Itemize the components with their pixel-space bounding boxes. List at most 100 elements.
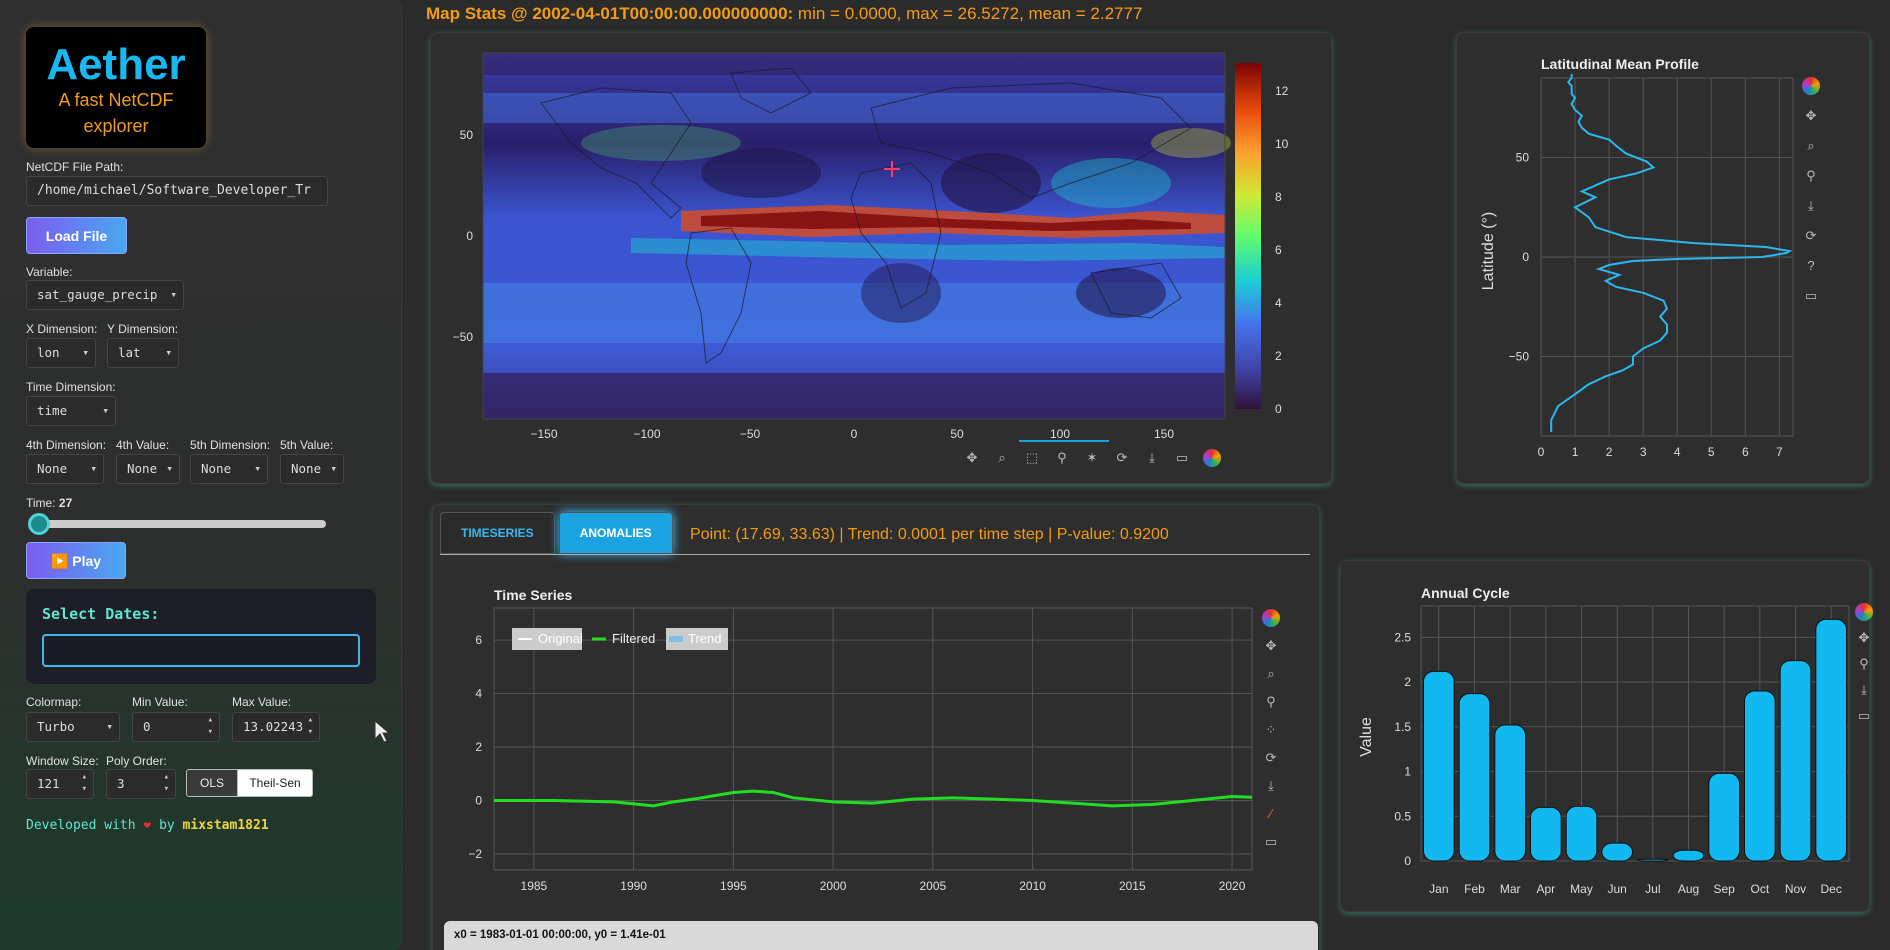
hover-icon[interactable]: ▭ — [1802, 287, 1820, 305]
load-file-button[interactable]: Load File — [26, 217, 127, 254]
lat-profile-series — [1550, 74, 1793, 433]
min-value-input[interactable]: 0 — [132, 712, 220, 742]
app-logo: Aether A fast NetCDF explorer — [26, 27, 206, 148]
bokeh-logo-icon[interactable] — [1262, 609, 1280, 627]
poly-order-input[interactable]: 3 — [106, 769, 176, 799]
bokeh-logo-icon[interactable] — [1802, 77, 1820, 95]
bar-apr[interactable] — [1529, 806, 1562, 862]
x-tick-label: Oct — [1750, 882, 1769, 896]
pan-icon[interactable]: ✥ — [1855, 629, 1873, 647]
y-tick-label: 50 — [1516, 151, 1530, 165]
bar-feb[interactable] — [1458, 693, 1491, 862]
variable-select[interactable]: sat_gauge_precip — [26, 280, 184, 310]
annual-cycle-chart[interactable]: Annual Cycle Value 0 0.5 1 1.5 2 2.5 Jan Feb Mar… — [1341, 561, 1871, 913]
file-path-input[interactable]: /home/michael/Software_Developer_Tr — [26, 176, 328, 206]
bar-jan[interactable] — [1422, 670, 1455, 862]
tap-icon[interactable]: ✶ — [1083, 449, 1101, 467]
bar-aug[interactable] — [1672, 849, 1705, 862]
x-tick-label: 1995 — [720, 879, 747, 893]
save-icon[interactable]: ⤓ — [1143, 449, 1161, 467]
map-toolbar: ✥ ⌕ ⬚ ⚲ ✶ ⟳ ⤓ ▭ — [963, 449, 1221, 467]
y-tick-label: 0 — [1522, 250, 1529, 264]
wheel-zoom-icon[interactable]: ⚲ — [1262, 693, 1280, 711]
point-draw-icon[interactable]: ⁘ — [1262, 721, 1280, 739]
x-tick-label: 7 — [1776, 445, 1783, 459]
reset-icon[interactable]: ⟳ — [1113, 449, 1131, 467]
bokeh-logo-icon[interactable] — [1203, 449, 1221, 467]
pan-icon[interactable]: ✥ — [963, 449, 981, 467]
line-edit-icon[interactable]: ⁄ — [1262, 805, 1280, 823]
time-dimension-select[interactable]: time — [26, 396, 116, 426]
reset-icon[interactable]: ⟳ — [1802, 227, 1820, 245]
date-range-input[interactable] — [42, 634, 360, 667]
map-y-tick: 0 — [466, 229, 473, 243]
tab-timeseries[interactable]: TIMESERIES — [440, 512, 555, 554]
zoom-box-icon[interactable]: ⌕ — [1802, 137, 1820, 155]
time-slider-handle[interactable] — [28, 513, 50, 535]
val5-label: 5th Value: — [280, 438, 334, 452]
x-tick-label: Jun — [1607, 882, 1626, 896]
dim5-label: 5th Dimension: — [190, 438, 271, 452]
time-slider-track[interactable] — [32, 520, 326, 528]
bar-dec[interactable] — [1815, 618, 1848, 862]
bar-oct[interactable] — [1743, 690, 1776, 862]
zoom-box-icon[interactable]: ⌕ — [1262, 665, 1280, 683]
dim5-select[interactable]: None — [190, 454, 268, 484]
y-dimension-select[interactable]: lat — [107, 338, 179, 368]
help-icon[interactable]: ? — [1802, 257, 1820, 275]
map-x-tick: 150 — [1154, 427, 1174, 441]
zoom-box-icon[interactable]: ⌕ — [993, 449, 1011, 467]
legend-filtered-label[interactable]: Filtered — [612, 631, 655, 646]
max-value-input[interactable]: 13.02243 — [232, 712, 320, 742]
tab-anomalies[interactable]: ANOMALIES — [558, 512, 673, 554]
map-x-axis: −150 −100 −50 0 50 100 150 — [530, 427, 1174, 441]
lat-profile-toolbar: ✥ ⌕ ⚲ ⤓ ⟳ ? ▭ — [1802, 77, 1820, 305]
bar-sep[interactable] — [1708, 772, 1741, 862]
bar-jul[interactable] — [1636, 858, 1669, 862]
x-tick-label: 6 — [1742, 445, 1749, 459]
x-dimension-select[interactable]: lon — [26, 338, 96, 368]
window-size-input[interactable]: 121 — [26, 769, 94, 799]
ols-button[interactable]: OLS — [186, 769, 238, 797]
timeseries-chart[interactable]: Time Series 6 4 2 0 −2 1985 1990 1995 2000 2005 20… — [440, 582, 1290, 950]
hover-tooltip: x0 = 1983-01-01 00:00:00, y0 = 1.41e-01 — [444, 921, 1318, 950]
pan-icon[interactable]: ✥ — [1262, 637, 1280, 655]
x-tick-label: Sep — [1713, 882, 1735, 896]
wheel-zoom-icon[interactable]: ⚲ — [1053, 449, 1071, 467]
y-tick-label: 0 — [475, 793, 482, 807]
map-y-axis: 50 0 −50 — [453, 128, 474, 344]
tab-bar: TIMESERIES ANOMALIES — [440, 512, 673, 554]
y-tick-label: 0 — [1404, 854, 1411, 868]
save-icon[interactable]: ⤓ — [1262, 777, 1280, 795]
hover-icon[interactable]: ▭ — [1173, 449, 1191, 467]
bar-nov[interactable] — [1779, 660, 1812, 862]
lat-mean-line[interactable] — [1550, 74, 1793, 433]
save-icon[interactable]: ⤓ — [1855, 681, 1873, 699]
theil-sen-button[interactable]: Theil-Sen — [237, 769, 313, 797]
hover-icon[interactable]: ▭ — [1855, 707, 1873, 725]
val4-select[interactable]: None — [116, 454, 180, 484]
reset-icon[interactable]: ⟳ — [1262, 749, 1280, 767]
max-value-label: Max Value: — [232, 695, 292, 709]
dim4-select[interactable]: None — [26, 454, 104, 484]
x-tick-label: 1990 — [620, 879, 647, 893]
y-tick-label: 1.5 — [1394, 720, 1411, 734]
map-plot[interactable]: 50 0 −50 −150 −100 −50 0 50 100 150 0 2 … — [431, 33, 1333, 485]
bokeh-logo-icon[interactable] — [1855, 603, 1873, 621]
box-select-icon[interactable]: ⬚ — [1023, 449, 1041, 467]
bar-mar[interactable] — [1494, 724, 1527, 862]
play-button[interactable]: ▶️ Play — [26, 542, 126, 579]
trend-summary: Point: (17.69, 33.63) | Trend: 0.0001 pe… — [690, 526, 1169, 543]
hover-icon[interactable]: ▭ — [1262, 833, 1280, 851]
bar-jun[interactable] — [1601, 842, 1634, 862]
colormap-select[interactable]: Turbo — [26, 712, 120, 742]
wheel-zoom-icon[interactable]: ⚲ — [1855, 655, 1873, 673]
save-icon[interactable]: ⤓ — [1802, 197, 1820, 215]
colorbar-tick: 10 — [1275, 137, 1289, 151]
bar-may[interactable] — [1565, 805, 1598, 862]
filtered-series-line[interactable] — [494, 789, 1253, 808]
wheel-zoom-icon[interactable]: ⚲ — [1802, 167, 1820, 185]
pan-icon[interactable]: ✥ — [1802, 107, 1820, 125]
val5-select[interactable]: None — [280, 454, 344, 484]
timeseries-legend: Original Filtered Trend — [512, 628, 728, 650]
